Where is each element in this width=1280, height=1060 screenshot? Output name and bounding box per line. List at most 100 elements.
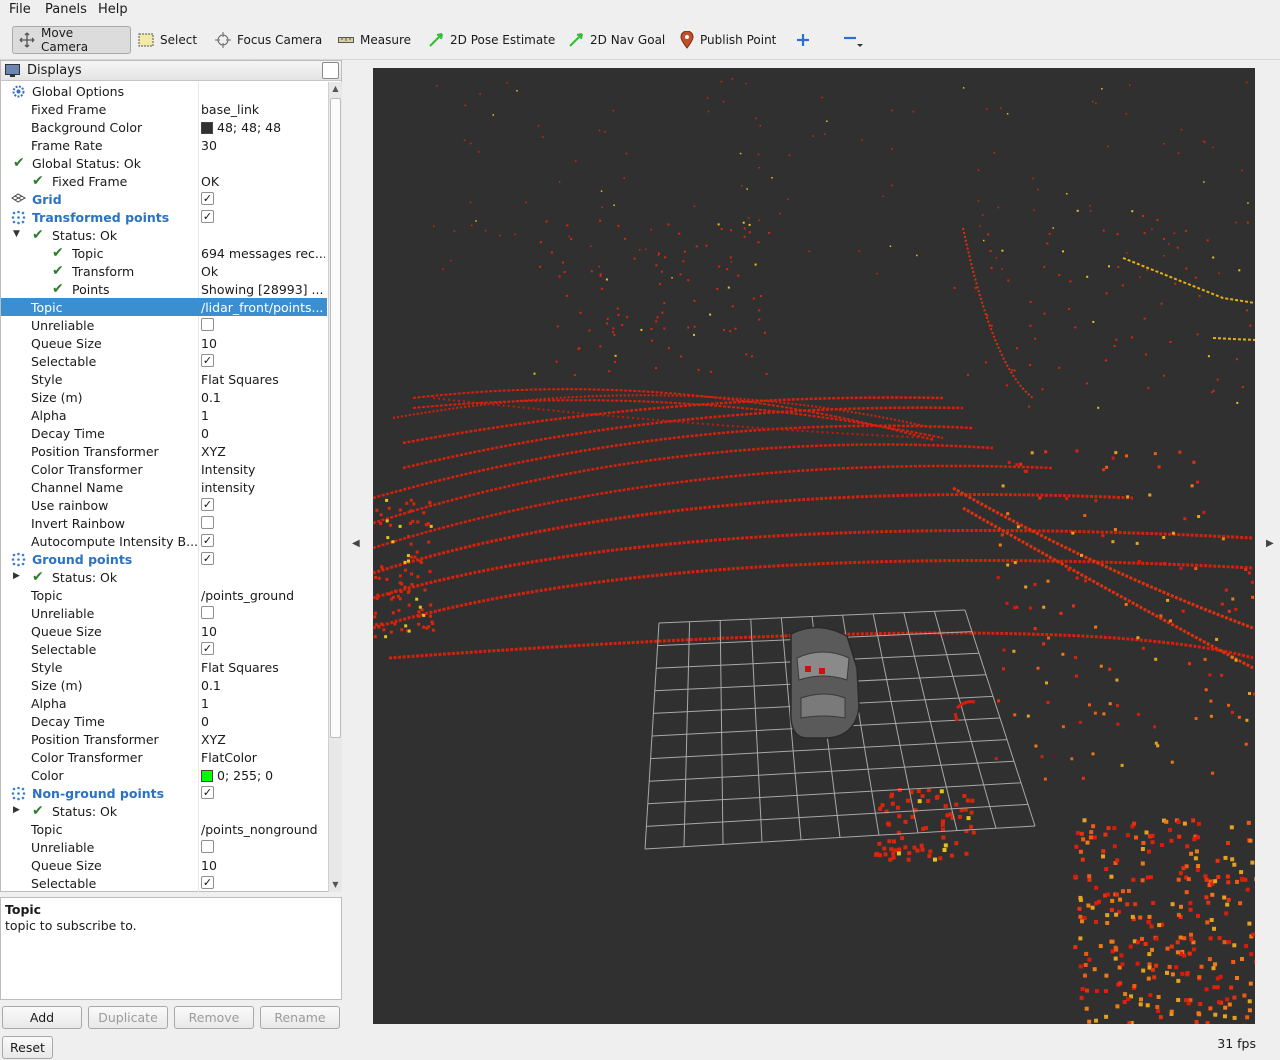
property-value[interactable]: Showing [28993] ... [201,282,325,297]
expand-arrow-icon[interactable]: ▶ [13,805,20,815]
property-row[interactable]: Unreliable [1,838,327,856]
property-row[interactable]: Transformed points ✓ [1,208,327,226]
property-checkbox[interactable]: ✓ [201,552,214,565]
property-value[interactable]: Flat Squares [201,660,325,675]
property-value[interactable]: intensity [201,480,325,495]
property-value[interactable]: Ok [201,264,325,279]
property-value[interactable]: 0 [201,426,325,441]
property-value[interactable]: 10 [201,858,325,873]
tree-scrollbar[interactable]: ▲ ▼ [328,82,342,892]
property-row[interactable]: ✔ Fixed Frame OK [1,172,327,190]
publish-point-button[interactable]: Publish Point [674,26,782,54]
duplicate-button[interactable]: Duplicate [88,1006,168,1029]
property-row[interactable]: Global Options [1,82,327,100]
property-row[interactable]: Position Transformer XYZ [1,442,327,460]
scroll-down-arrow-icon[interactable]: ▼ [329,878,342,892]
property-value[interactable]: FlatColor [201,750,325,765]
property-value[interactable]: base_link [201,102,325,117]
property-checkbox[interactable] [201,840,214,853]
scroll-up-arrow-icon[interactable]: ▲ [329,82,342,96]
property-row[interactable]: Color Transformer FlatColor [1,748,327,766]
move-camera-button[interactable]: Move Camera [12,26,131,54]
property-checkbox[interactable]: ✓ [201,210,214,223]
property-row[interactable]: Queue Size 10 [1,622,327,640]
property-value[interactable]: XYZ [201,444,325,459]
scroll-thumb[interactable] [330,98,341,738]
property-row[interactable]: Decay Time 0 [1,424,327,442]
property-row[interactable]: Queue Size 10 [1,856,327,874]
property-row[interactable]: Invert Rainbow [1,514,327,532]
property-checkbox[interactable]: ✓ [201,786,214,799]
menu-help[interactable]: Help [98,2,128,17]
property-row[interactable]: ✔ Topic 694 messages rec... [1,244,327,262]
property-value[interactable]: 0.1 [201,390,325,405]
property-value[interactable]: /lidar_front/points... [201,300,325,315]
property-row[interactable]: Alpha 1 [1,406,327,424]
expand-arrow-icon[interactable]: ▶ [13,571,20,581]
property-row[interactable]: Style Flat Squares [1,370,327,388]
property-checkbox[interactable] [201,516,214,529]
property-value[interactable]: Flat Squares [201,372,325,387]
property-row[interactable]: ▼ ✔ Status: Ok [1,226,327,244]
property-row[interactable]: Topic/lidar_front/points... [1,298,327,316]
property-row[interactable]: Selectable ✓ [1,874,327,892]
property-value[interactable]: 694 messages rec... [201,246,325,261]
property-row[interactable]: Unreliable [1,316,327,334]
property-value[interactable]: /points_ground [201,588,325,603]
property-row[interactable]: ✔ Transform Ok [1,262,327,280]
measure-button[interactable]: Measure [332,26,417,54]
property-checkbox[interactable]: ✓ [201,642,214,655]
focus-camera-button[interactable]: Focus Camera [209,26,328,54]
property-checkbox[interactable]: ✓ [201,498,214,511]
property-row[interactable]: Selectable ✓ [1,640,327,658]
property-row[interactable]: Use rainbow ✓ [1,496,327,514]
property-row[interactable]: Grid ✓ [1,190,327,208]
menu-file[interactable]: File [9,2,31,17]
property-row[interactable]: Non-ground points ✓ [1,784,327,802]
property-value[interactable]: 0; 255; 0 [201,768,325,783]
property-row[interactable]: Color 0; 255; 0 [1,766,327,784]
property-value[interactable]: Intensity [201,462,325,477]
property-row[interactable]: Topic/points_nonground [1,820,327,838]
property-row[interactable]: ▶ ✔ Status: Ok [1,802,327,820]
remove-button[interactable]: Remove [174,1006,254,1029]
collapse-left-arrow-icon[interactable]: ◀ [352,538,360,549]
property-row[interactable]: Color Transformer Intensity [1,460,327,478]
property-checkbox[interactable]: ✓ [201,534,214,547]
property-row[interactable]: Size (m) 0.1 [1,388,327,406]
property-value[interactable]: 10 [201,624,325,639]
remove-tool-button[interactable] [836,26,870,54]
property-checkbox[interactable]: ✓ [201,876,214,889]
property-value[interactable]: 0 [201,714,325,729]
property-row[interactable]: Position Transformer XYZ [1,730,327,748]
property-value[interactable]: 30 [201,138,325,153]
expand-arrow-icon[interactable]: ▼ [13,229,20,239]
property-checkbox[interactable]: ✓ [201,192,214,205]
property-checkbox[interactable] [201,606,214,619]
property-row[interactable]: Alpha 1 [1,694,327,712]
collapse-right-arrow-icon[interactable]: ▶ [1266,538,1274,549]
property-value[interactable]: /points_nonground [201,822,325,837]
property-row[interactable]: Style Flat Squares [1,658,327,676]
property-row[interactable]: Queue Size 10 [1,334,327,352]
property-row[interactable]: Channel Name intensity [1,478,327,496]
property-checkbox[interactable] [201,318,214,331]
2d-pose-estimate-button[interactable]: 2D Pose Estimate [422,26,561,54]
property-checkbox[interactable]: ✓ [201,354,214,367]
property-row[interactable]: Selectable ✓ [1,352,327,370]
property-row[interactable]: ✔ Global Status: Ok [1,154,327,172]
property-row[interactable]: Background Color 48; 48; 48 [1,118,327,136]
property-row[interactable]: ✔ Points Showing [28993] ... [1,280,327,298]
2d-nav-goal-button[interactable]: 2D Nav Goal [562,26,671,54]
add-button[interactable]: Add [2,1006,82,1029]
property-row[interactable]: ▶ ✔ Status: Ok [1,568,327,586]
property-value[interactable]: XYZ [201,732,325,747]
property-value[interactable]: 1 [201,696,325,711]
point-cloud-scene[interactable] [373,68,1255,1024]
property-row[interactable]: Decay Time 0 [1,712,327,730]
property-value[interactable]: 0.1 [201,678,325,693]
3d-render-view[interactable] [373,68,1255,1024]
menu-panels[interactable]: Panels [45,2,87,17]
property-row[interactable]: Autocompute Intensity B... ✓ [1,532,327,550]
reset-button[interactable]: Reset [2,1036,53,1059]
